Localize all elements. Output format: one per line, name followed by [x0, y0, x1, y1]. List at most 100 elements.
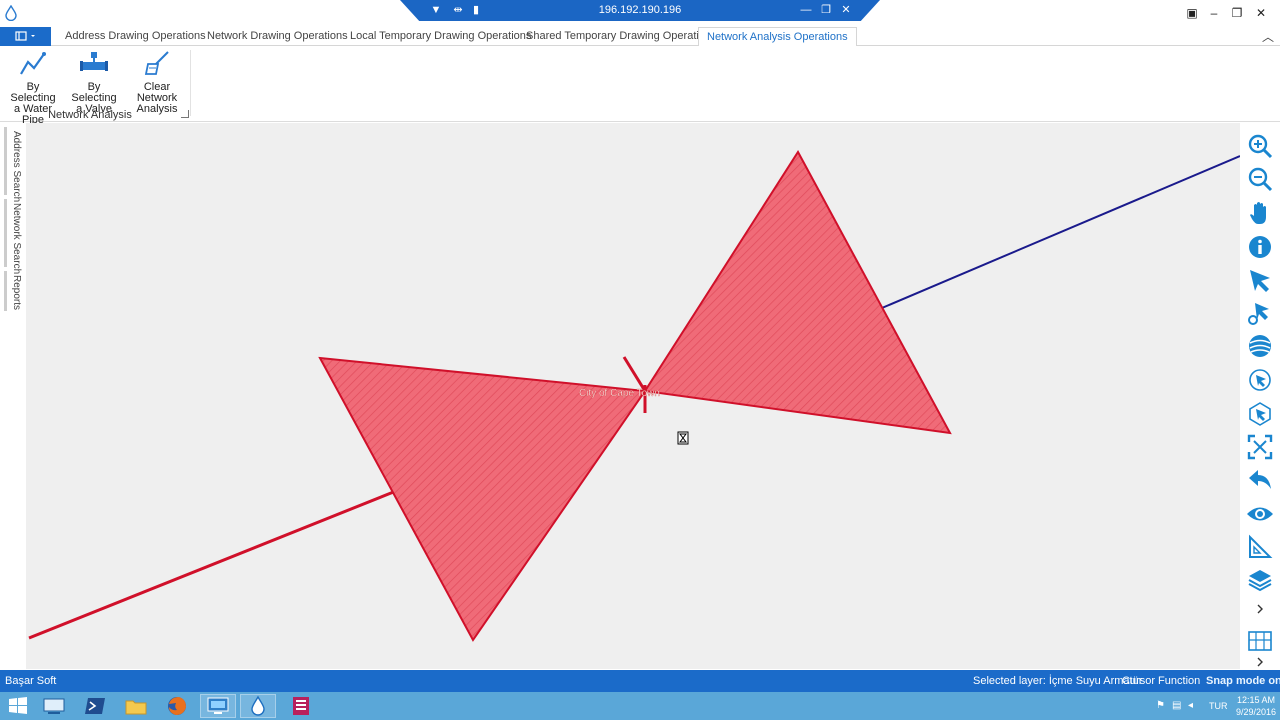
valve-marker[interactable]	[622, 356, 647, 392]
undo-button[interactable]	[1244, 465, 1276, 495]
start-icon	[9, 697, 27, 714]
tab-network-analysis[interactable]: Network Analysis Operations	[698, 27, 857, 47]
globe-button[interactable]	[1244, 331, 1276, 361]
zoom-out-icon	[1248, 167, 1273, 192]
remote-desktop-icon	[207, 697, 229, 714]
ribbon-collapse-icon[interactable]: ︿	[1262, 28, 1274, 45]
remote-restore-button[interactable]: ❐	[818, 2, 834, 18]
zoom-out-button[interactable]	[1244, 164, 1276, 194]
zoom-extent-icon	[1247, 434, 1273, 460]
group-separator	[190, 50, 191, 116]
close-button[interactable]: ✕	[1250, 3, 1272, 23]
pan-button[interactable]	[1244, 198, 1276, 228]
status-bar: Başar Soft Selected layer: İçme Suyu Arm…	[0, 670, 1280, 692]
taskbar-file-explorer[interactable]	[118, 694, 154, 718]
select-circle-button[interactable]	[1244, 365, 1276, 395]
chevron-right-icon	[1257, 604, 1263, 614]
remote-connection-bar: ▼ ⇹ ▮ 196.192.190.196 — ❐ ✕	[400, 0, 880, 21]
ribbon-panel: By Selecting a Water Pipe By Selecting a…	[0, 46, 1280, 126]
ribbon-group-label: Network Analysis	[48, 109, 132, 121]
water-app-icon	[251, 695, 265, 716]
zoom-extent-button[interactable]	[1244, 432, 1276, 462]
app-logo-icon	[5, 5, 17, 21]
tray-language[interactable]: TUR	[1209, 701, 1228, 711]
expand-tools-button[interactable]	[1244, 597, 1276, 621]
application-menu-button[interactable]	[0, 27, 51, 46]
eye-icon	[1247, 507, 1273, 521]
file-explorer-icon	[125, 700, 147, 715]
window-layout-button[interactable]: ▣	[1181, 3, 1203, 23]
system-tray: ⚑ ▤ ◂ TUR 12:15 AM 9/29/2016	[1150, 692, 1280, 720]
zoom-in-button[interactable]	[1244, 131, 1276, 161]
more-tools-button[interactable]	[1244, 655, 1276, 669]
info-icon	[1249, 236, 1271, 258]
application-window: ▼ ⇹ ▮ 196.192.190.196 — ❐ ✕ ▣ – ❐ ✕ Addr…	[0, 0, 1280, 720]
undo-arrow-icon	[1249, 470, 1271, 489]
taskbar-server-manager[interactable]	[36, 694, 72, 718]
tab-shared-temporary-drawing[interactable]: Shared Temporary Drawing Operations	[518, 27, 725, 46]
taskbar-water-app[interactable]	[240, 694, 276, 718]
taskbar-powershell[interactable]	[77, 694, 113, 718]
button-label-line1: Clear Network	[136, 81, 178, 104]
select-edit-button[interactable]	[1244, 298, 1276, 328]
map-tools	[1240, 123, 1280, 669]
server-manager-icon	[43, 698, 65, 714]
clock-date[interactable]: 9/29/2016	[1235, 707, 1277, 717]
minimize-button[interactable]: –	[1203, 3, 1225, 23]
snap-mode-status[interactable]: Snap mode on	[1206, 675, 1280, 687]
pan-hand-icon	[1250, 202, 1266, 224]
button-label-line1: By Selecting	[71, 81, 117, 104]
measure-button[interactable]	[1244, 532, 1276, 562]
side-tab-network-search[interactable]: Network Search	[4, 199, 22, 274]
visibility-button[interactable]	[1244, 499, 1276, 529]
group-launcher-icon[interactable]	[181, 110, 189, 118]
select-hex-button[interactable]	[1244, 399, 1276, 429]
remote-minimize-button[interactable]: —	[798, 2, 814, 18]
right-triangle-polygon[interactable]	[643, 150, 952, 435]
menu-icon	[15, 31, 35, 41]
tab-network-drawing[interactable]: Network Drawing Operations	[199, 27, 356, 46]
map-grid-icon	[1248, 631, 1272, 651]
map-canvas[interactable]: City of Cape Town	[26, 123, 1240, 669]
side-panel-tabs: Address Search Network Search Reports	[0, 123, 26, 669]
select-valve-button[interactable]: By Selecting a Valve	[66, 50, 122, 115]
firefox-icon	[168, 697, 186, 715]
button-label-line1: By Selecting	[10, 81, 56, 104]
taskbar-firefox[interactable]	[159, 694, 195, 718]
side-tab-reports[interactable]: Reports	[4, 271, 22, 311]
select-button[interactable]	[1244, 265, 1276, 295]
map-drawing[interactable]: City of Cape Town	[26, 123, 1240, 669]
select-arrow-icon	[1250, 270, 1270, 292]
map-grid-button[interactable]	[1244, 626, 1276, 656]
select-edit-icon	[1248, 303, 1269, 325]
taskbar-remote-desktop[interactable]	[200, 694, 236, 718]
clock-time[interactable]: 12:15 AM	[1235, 695, 1277, 705]
tray-volume-icon[interactable]: ◂	[1188, 700, 1193, 711]
info-button[interactable]	[1244, 232, 1276, 262]
restore-button[interactable]: ❐	[1226, 3, 1248, 23]
start-button[interactable]	[0, 694, 36, 718]
blue-pipe-line[interactable]	[855, 155, 1240, 320]
remote-close-button[interactable]: ✕	[838, 2, 854, 18]
tab-local-temporary-drawing[interactable]: Local Temporary Drawing Operations	[342, 27, 539, 46]
red-pipe-line[interactable]	[28, 485, 407, 640]
tray-flag-icon[interactable]: ⚑	[1156, 700, 1165, 711]
company-name: Başar Soft	[5, 675, 57, 687]
selected-layer-status: Selected layer: İçme Suyu Armatür	[973, 675, 1143, 687]
chevron-right-icon	[1257, 657, 1263, 667]
powershell-icon	[85, 698, 105, 714]
clear-network-analysis-button[interactable]: Clear Network Analysis	[126, 50, 188, 115]
zoom-in-icon	[1248, 134, 1273, 159]
select-circle-icon	[1249, 369, 1271, 391]
globe-icon	[1249, 335, 1271, 357]
side-tab-address-search[interactable]: Address Search	[4, 127, 22, 202]
measure-triangle-icon	[1249, 534, 1273, 558]
valve-icon	[80, 52, 108, 71]
left-triangle-polygon[interactable]	[318, 356, 647, 642]
cursor-function-status: Cursor Function	[1122, 675, 1201, 687]
select-hex-icon	[1249, 402, 1271, 426]
tab-address-drawing[interactable]: Address Drawing Operations	[57, 27, 214, 46]
layers-button[interactable]	[1244, 565, 1276, 595]
tray-network-icon[interactable]: ▤	[1172, 700, 1181, 711]
taskbar-database[interactable]	[283, 694, 319, 718]
